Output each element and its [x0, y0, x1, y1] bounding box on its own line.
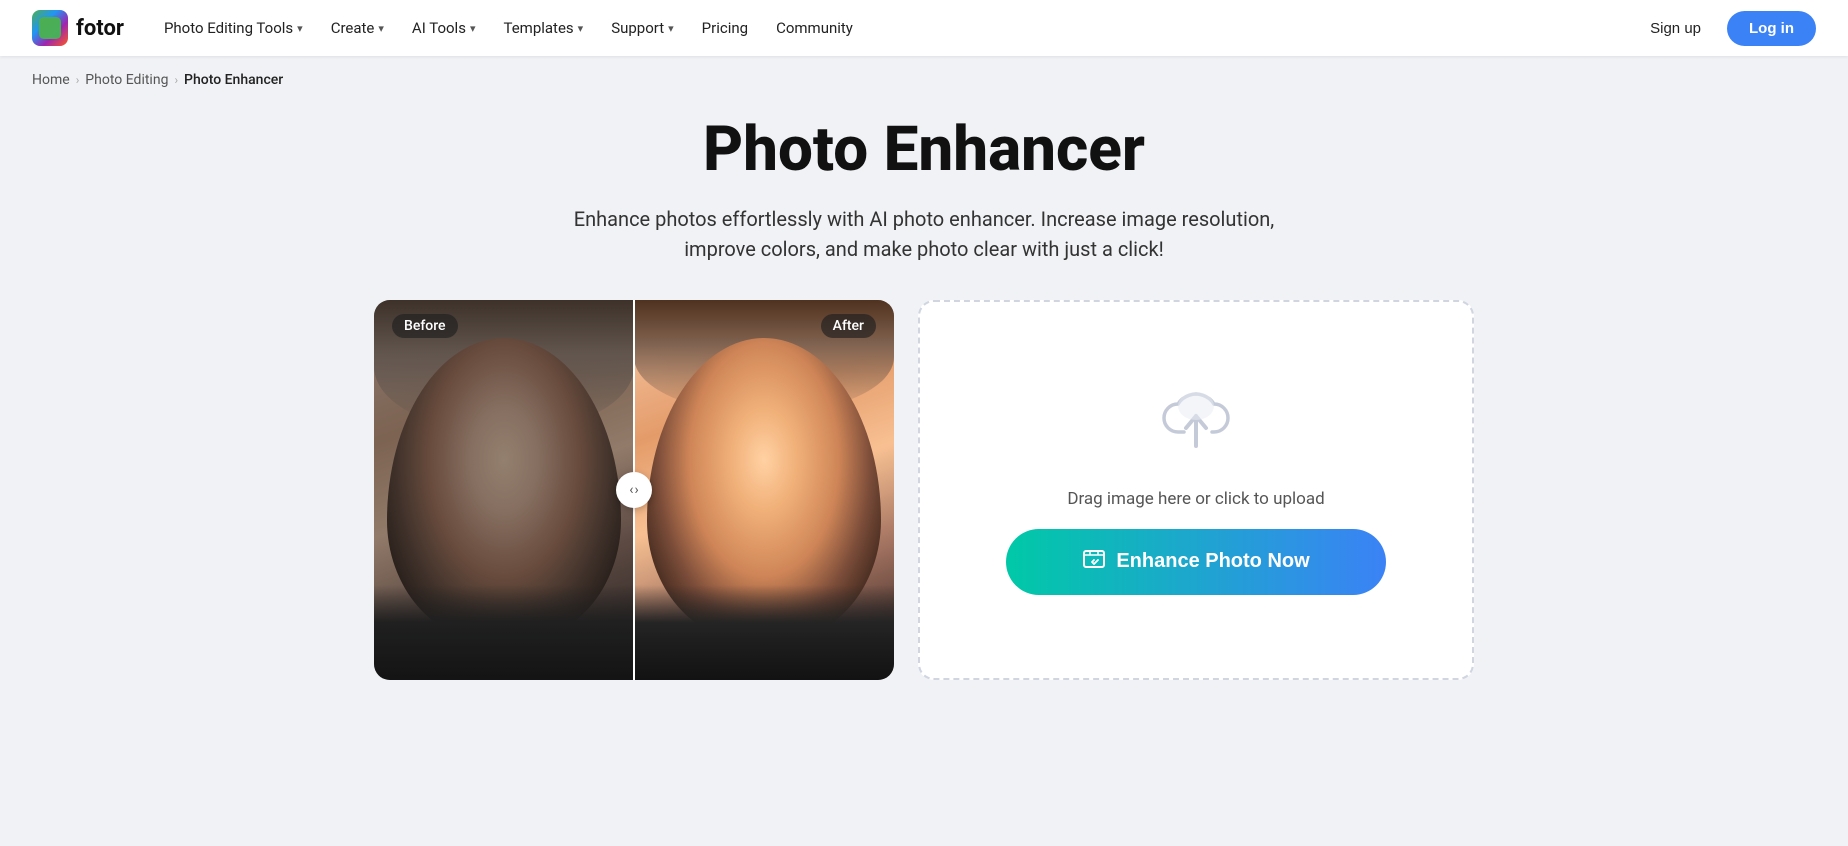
enhance-button[interactable]: Enhance Photo Now	[1006, 529, 1386, 595]
breadcrumb-home[interactable]: Home	[32, 72, 70, 88]
enhance-button-label: Enhance Photo Now	[1116, 550, 1309, 573]
chevron-down-icon: ▾	[668, 22, 674, 35]
demo-section: Before After	[374, 300, 1474, 680]
main-content: Photo Enhancer Enhance photos effortless…	[0, 96, 1848, 720]
hero-subtitle: Enhance photos effortlessly with AI phot…	[544, 204, 1304, 264]
breadcrumb-photo-editing[interactable]: Photo Editing	[85, 72, 168, 88]
nav-right: Sign up Log in	[1636, 11, 1816, 46]
nav-item-community[interactable]: Community	[764, 11, 865, 45]
logo-icon	[32, 10, 68, 46]
after-image	[634, 300, 894, 680]
nav-item-photo-editing-tools[interactable]: Photo Editing Tools ▾	[152, 11, 315, 45]
page-title: Photo Enhancer	[703, 116, 1145, 184]
breadcrumb-current: Photo Enhancer	[184, 72, 283, 88]
nav-item-create[interactable]: Create ▾	[319, 11, 396, 45]
nav-item-templates[interactable]: Templates ▾	[491, 11, 595, 45]
logo-text: fotor	[76, 16, 124, 41]
chevron-down-icon: ▾	[578, 22, 584, 35]
breadcrumb: Home › Photo Editing › Photo Enhancer	[0, 56, 1848, 96]
chevron-right-icon: ›	[635, 482, 639, 498]
chevron-down-icon: ▾	[470, 22, 476, 35]
upload-cloud-icon	[1156, 386, 1236, 469]
before-image	[374, 300, 634, 680]
chevron-right-icon: ›	[174, 73, 178, 87]
chevron-down-icon: ▾	[297, 22, 303, 35]
chevron-right-icon: ›	[76, 73, 80, 87]
slider-handle[interactable]: ‹ ›	[616, 472, 652, 508]
nav-items: Photo Editing Tools ▾ Create ▾ AI Tools …	[152, 11, 1636, 45]
nav-item-pricing[interactable]: Pricing	[690, 11, 760, 45]
login-button[interactable]: Log in	[1727, 11, 1816, 46]
enhance-icon	[1082, 547, 1106, 577]
chevron-down-icon: ▾	[378, 22, 384, 35]
upload-text: Drag image here or click to upload	[1067, 489, 1324, 509]
nav-item-support[interactable]: Support ▾	[599, 11, 685, 45]
nav-item-ai-tools[interactable]: AI Tools ▾	[400, 11, 488, 45]
before-after-panel[interactable]: Before After	[374, 300, 894, 680]
ba-image-container: ‹ ›	[374, 300, 894, 680]
signup-button[interactable]: Sign up	[1636, 12, 1715, 45]
navigation: fotor Photo Editing Tools ▾ Create ▾ AI …	[0, 0, 1848, 56]
upload-panel[interactable]: Drag image here or click to upload Enhan…	[918, 300, 1474, 680]
logo[interactable]: fotor	[32, 10, 124, 46]
chevron-left-icon: ‹	[629, 482, 633, 498]
